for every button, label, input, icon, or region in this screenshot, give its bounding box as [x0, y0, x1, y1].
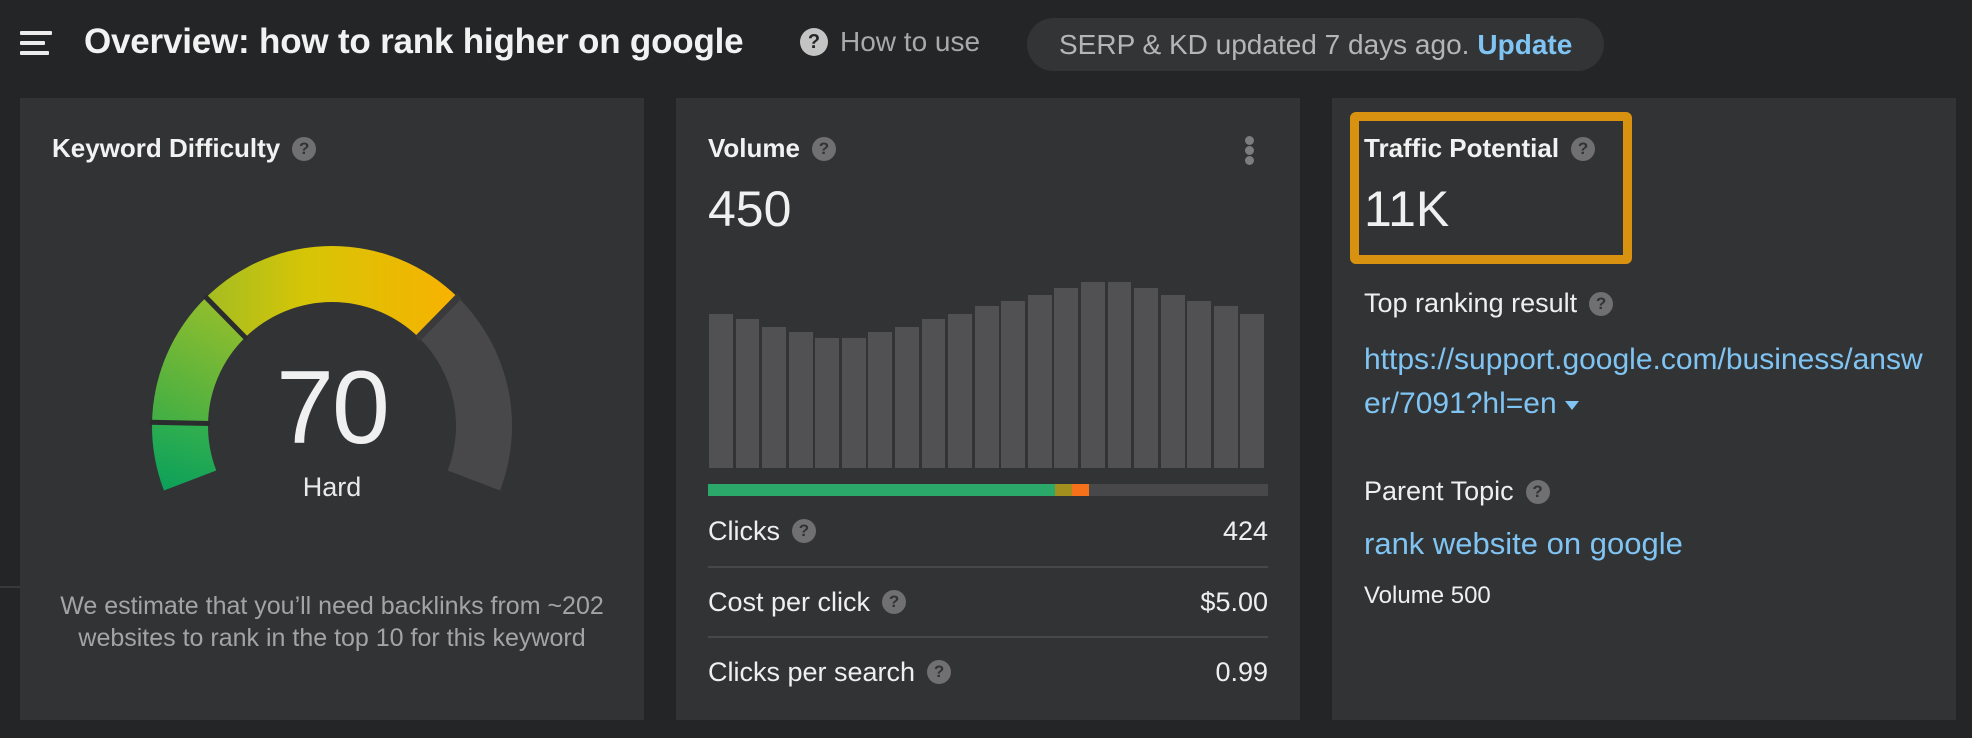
volume-title-text: Volume [708, 133, 800, 163]
stat-value: $5.00 [1200, 586, 1268, 617]
question-circle-icon[interactable]: ? [1525, 479, 1550, 504]
volume-bar[interactable] [1081, 282, 1105, 468]
volume-bar[interactable] [948, 313, 972, 468]
volume-bar[interactable] [1160, 295, 1185, 468]
volume-trend-chart [709, 268, 1267, 468]
volume-card: Volume ? 450 Clicks? 424 Cost per click?… [676, 98, 1300, 720]
kd-score: 70 [276, 350, 390, 466]
stat-label: Clicks per search [708, 656, 916, 687]
volume-bar[interactable] [1240, 313, 1265, 468]
page-title: Overview: how to rank higher on google [84, 22, 744, 61]
clicks-segment-paid-mixed [1055, 484, 1072, 496]
top-ranking-result-label-text: Top ranking result [1364, 288, 1578, 318]
clicks-segment-organic [708, 484, 1056, 496]
volume-value: 450 [708, 181, 792, 237]
parent-topic-link[interactable]: rank website on google [1364, 526, 1683, 562]
top-ranking-result-label: Top ranking result ? [1364, 288, 1614, 319]
volume-bar[interactable] [1027, 295, 1052, 468]
traffic-potential-value: 11K [1364, 181, 1450, 237]
keyword-difficulty-card: Keyword Difficulty ? 70 Hard We estimate… [20, 98, 644, 720]
volume-bar[interactable] [1213, 306, 1238, 468]
how-to-use-link[interactable]: ? How to use [800, 26, 980, 58]
caret-down-icon[interactable] [1564, 400, 1579, 410]
clicks-segment-paid [1071, 484, 1089, 496]
volume-bar[interactable] [895, 326, 919, 468]
volume-bar[interactable] [788, 332, 813, 468]
volume-bar[interactable] [974, 306, 999, 468]
stat-label: Cost per click [708, 586, 871, 617]
top-ranking-url-text[interactable]: https://support.google.com/business/answ… [1364, 343, 1923, 420]
parent-topic-volume: Volume 500 [1364, 582, 1491, 609]
clicks-distribution-bar [708, 484, 1268, 496]
update-status-text: SERP & KD updated 7 days ago. [1059, 28, 1470, 60]
volume-bar[interactable] [1107, 282, 1132, 468]
volume-bar[interactable] [735, 319, 760, 468]
stat-row-cost-per-click: Cost per click? $5.00 [708, 566, 1268, 636]
parent-topic-label-text: Parent Topic [1364, 476, 1514, 506]
volume-bar[interactable] [921, 319, 946, 468]
question-circle-icon[interactable]: ? [1589, 291, 1614, 316]
stat-label: Clicks [708, 515, 780, 546]
volume-title: Volume ? [708, 133, 836, 164]
kd-label: Hard [302, 472, 362, 502]
traffic-potential-card: Traffic Potential ? 11K Top ranking resu… [1332, 98, 1956, 720]
hamburger-menu-icon[interactable] [20, 31, 54, 57]
volume-bar[interactable] [815, 337, 840, 468]
volume-bar[interactable] [1054, 287, 1079, 468]
how-to-use-label: How to use [840, 26, 981, 57]
stat-row-clicks-per-search: Clicks per search? 0.99 [708, 636, 1268, 706]
question-circle-icon: ? [800, 28, 828, 56]
traffic-potential-title: Traffic Potential ? [1364, 133, 1596, 164]
question-circle-icon[interactable]: ? [1571, 136, 1596, 161]
question-circle-icon[interactable]: ? [927, 660, 952, 684]
top-ranking-result-link[interactable]: https://support.google.com/business/answ… [1364, 338, 1924, 426]
question-circle-icon[interactable]: ? [792, 519, 816, 543]
gauge-segment-hard [206, 245, 458, 338]
parent-topic-label: Parent Topic ? [1364, 476, 1550, 507]
question-circle-icon[interactable]: ? [882, 590, 907, 614]
question-circle-icon[interactable]: ? [811, 136, 836, 161]
volume-bar[interactable] [1187, 300, 1212, 468]
divider [0, 586, 20, 588]
vertical-dots-icon[interactable] [1244, 134, 1256, 166]
kd-backlinks-note: We estimate that you’ll need backlinks f… [60, 592, 604, 652]
volume-bar[interactable] [868, 332, 893, 468]
volume-bar[interactable] [1001, 300, 1026, 468]
volume-bar[interactable] [1134, 287, 1158, 468]
update-status-pill: SERP & KD updated 7 days ago. Update [1027, 18, 1604, 71]
volume-bar[interactable] [841, 337, 866, 468]
volume-bar[interactable] [762, 326, 786, 468]
stat-row-clicks: Clicks? 424 [708, 496, 1268, 566]
update-button[interactable]: Update [1477, 29, 1572, 61]
stat-value: 0.99 [1215, 656, 1268, 687]
stat-value: 424 [1222, 515, 1268, 546]
traffic-potential-title-text: Traffic Potential [1364, 133, 1560, 163]
volume-bar[interactable] [709, 313, 733, 468]
